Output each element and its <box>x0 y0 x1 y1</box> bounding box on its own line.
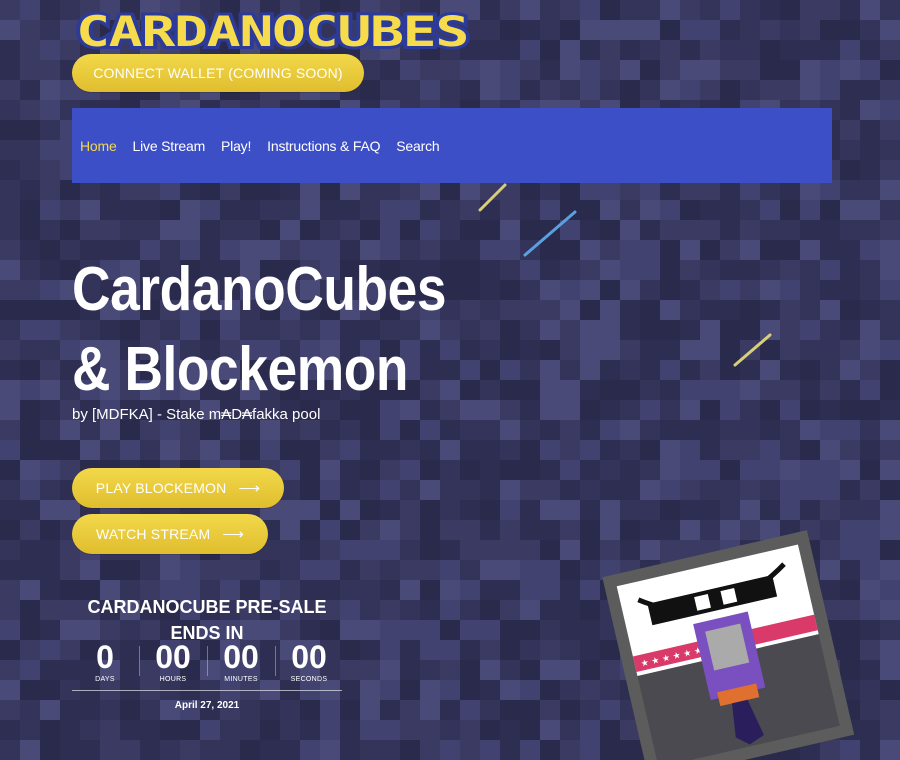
countdown-seconds-value: 00 <box>291 639 327 675</box>
arrow-right-icon: ⟶ <box>238 480 261 497</box>
hero-title: CardanoCubes & Blockemon <box>72 250 447 410</box>
main-navigation: Home Live Stream Play! Instructions & FA… <box>72 108 832 183</box>
countdown-hours-value: 00 <box>155 639 191 675</box>
countdown-divider <box>72 690 342 691</box>
hero-subtitle: by [MDFKA] - Stake m₳D₳fakka pool <box>72 406 321 423</box>
countdown-end-date: April 27, 2021 <box>174 700 240 711</box>
hero-title-line-2: & Blockemon <box>72 335 409 404</box>
cardanocube-character-image: ★ ★ ★ ★ ★ ★ ★ ★ ★ ★ <box>602 530 900 760</box>
cardanocubes-logo[interactable]: CARDANOCUBES CARDANOCUBES <box>74 10 474 54</box>
nav-item-search[interactable]: Search <box>396 138 439 154</box>
connect-wallet-button[interactable]: CONNECT WALLET (COMING SOON) <box>72 54 364 92</box>
nav-item-instructions-faq[interactable]: Instructions & FAQ <box>267 138 380 154</box>
countdown-hours: 00 HOURS <box>140 640 206 686</box>
countdown-days-label: DAYS <box>95 676 115 683</box>
connect-wallet-label: CONNECT WALLET (COMING SOON) <box>93 65 343 81</box>
hero-title-line-1: CardanoCubes <box>72 255 447 324</box>
countdown-days: 0 DAYS <box>72 640 138 686</box>
watch-stream-label: WATCH STREAM <box>95 526 211 542</box>
countdown-hours-label: HOURS <box>159 676 187 683</box>
countdown-minutes-value: 00 <box>223 639 259 675</box>
svg-text:CARDANOCUBES: CARDANOCUBES <box>76 10 468 54</box>
nav-item-home[interactable]: Home <box>80 138 117 154</box>
watch-stream-button[interactable]: WATCH STREAM ⟶ <box>72 514 268 554</box>
countdown-minutes: 00 MINUTES <box>208 640 274 686</box>
countdown-minutes-label: MINUTES <box>224 676 258 683</box>
arrow-right-icon: ⟶ <box>222 526 245 543</box>
countdown-seconds: 00 SECONDS <box>276 640 342 686</box>
countdown-days-value: 0 <box>96 639 114 675</box>
play-blockemon-label: PLAY BLOCKEMON <box>95 480 227 496</box>
countdown-timer: 0 DAYS 00 HOURS 00 MINUTES 00 SECONDS <box>72 640 342 686</box>
countdown-seconds-label: SECONDS <box>290 676 328 683</box>
nav-item-play[interactable]: Play! <box>221 138 251 154</box>
play-blockemon-button[interactable]: PLAY BLOCKEMON ⟶ <box>72 468 284 508</box>
nav-item-live-stream[interactable]: Live Stream <box>133 138 206 154</box>
